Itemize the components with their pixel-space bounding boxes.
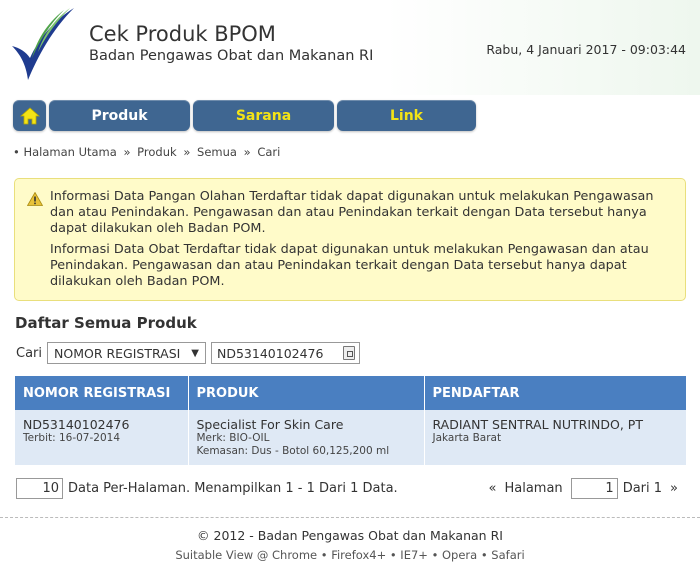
search-input[interactable]: ND53140102476 <box>211 342 360 364</box>
page-number-input[interactable]: 1 <box>570 478 618 499</box>
search-input-value: ND53140102476 <box>217 345 324 361</box>
registrant-name: RADIANT SENTRAL NUTRINDO, PT <box>432 417 643 432</box>
registration-number: ND53140102476 <box>23 417 130 432</box>
product-packaging: Kemasan: Dus - Botol 60,125,200 ml <box>196 445 390 457</box>
search-bar: Cari NOMOR REGISTRASI ▼ ND53140102476 <box>16 342 360 364</box>
nav-item-sarana[interactable]: Sarana <box>193 100 334 131</box>
keyboard-icon[interactable] <box>343 346 355 360</box>
footer-copyright: © 2012 - Badan Pengawas Obat dan Makanan… <box>197 528 503 543</box>
info-alert: Informasi Data Pangan Olahan Terdaftar t… <box>14 178 686 301</box>
alert-paragraph-obat: Informasi Data Obat Terdaftar tidak dapa… <box>50 242 649 289</box>
per-page-summary: Data Per-Halaman. Menampilkan 1 - 1 Dari… <box>68 481 398 496</box>
page-header: Cek Produk BPOM Badan Pengawas Obat dan … <box>0 0 700 95</box>
breadcrumb-separator: » <box>183 145 191 159</box>
page-total: Dari 1 <box>622 481 663 496</box>
column-header-pendaftar[interactable]: PENDAFTAR <box>424 376 686 410</box>
next-page-button[interactable]: » <box>670 481 678 496</box>
product-name: Specialist For Skin Care <box>196 417 344 432</box>
product-brand: Merk: BIO-OIL <box>196 432 270 444</box>
home-icon <box>19 106 40 124</box>
search-field-select[interactable]: NOMOR REGISTRASI ▼ <box>47 342 206 364</box>
breadcrumb-separator: » <box>123 145 131 159</box>
dropdown-arrow-icon: ▼ <box>191 347 199 359</box>
column-header-nomor[interactable]: NOMOR REGISTRASI <box>15 376 189 410</box>
breadcrumb-separator: » <box>243 145 251 159</box>
nav-item-link[interactable]: Link <box>337 100 476 131</box>
breadcrumb-item-cari: Cari <box>257 145 281 159</box>
current-datetime: Rabu, 4 Januari 2017 - 09:03:44 <box>486 42 686 57</box>
search-label: Cari <box>16 345 42 361</box>
alert-paragraph-pangan: Informasi Data Pangan Olahan Terdaftar t… <box>50 189 654 236</box>
prev-page-button[interactable]: « <box>489 481 497 496</box>
main-nav: Produk Sarana Link <box>13 100 476 131</box>
cell-nomor: ND53140102476 Terbit: 16-07-2014 <box>15 410 189 465</box>
bpom-logo <box>12 8 74 80</box>
app-title: Cek Produk BPOM <box>89 22 276 46</box>
warning-icon <box>27 192 43 206</box>
nav-item-produk[interactable]: Produk <box>49 100 190 131</box>
search-field-value: NOMOR REGISTRASI <box>54 345 181 361</box>
table-row[interactable]: ND53140102476 Terbit: 16-07-2014 Special… <box>15 410 686 465</box>
footer-browser-compat: Suitable View @ Chrome • Firefox4+ • IE7… <box>175 548 525 562</box>
breadcrumb-item-semua[interactable]: Semua <box>197 145 237 159</box>
column-header-produk[interactable]: PRODUK <box>188 376 425 410</box>
page-label: Halaman <box>504 481 563 496</box>
app-subtitle: Badan Pengawas Obat dan Makanan RI <box>89 48 374 64</box>
breadcrumb-item-produk[interactable]: Produk <box>137 145 177 159</box>
product-table: NOMOR REGISTRASI PRODUK PENDAFTAR ND5314… <box>15 376 686 465</box>
page-footer: © 2012 - Badan Pengawas Obat dan Makanan… <box>0 517 700 562</box>
section-title: Daftar Semua Produk <box>15 314 197 332</box>
nav-home-button[interactable] <box>13 100 46 131</box>
breadcrumb-bullet: • <box>13 145 20 159</box>
pagination-bar: 10 Data Per-Halaman. Menampilkan 1 - 1 D… <box>16 478 686 499</box>
breadcrumb-item-home[interactable]: Halaman Utama <box>23 145 116 159</box>
registrant-city: Jakarta Barat <box>432 432 502 444</box>
issue-date: Terbit: 16-07-2014 <box>23 432 121 444</box>
cell-produk: Specialist For Skin Care Merk: BIO-OIL K… <box>188 410 425 465</box>
page-navigator: « Halaman 1 Dari 1 » <box>481 478 686 499</box>
breadcrumb: • Halaman Utama » Produk » Semua » Cari <box>13 145 280 159</box>
per-page-input[interactable]: 10 <box>16 478 63 499</box>
cell-pendaftar: RADIANT SENTRAL NUTRINDO, PT Jakarta Bar… <box>424 410 686 465</box>
